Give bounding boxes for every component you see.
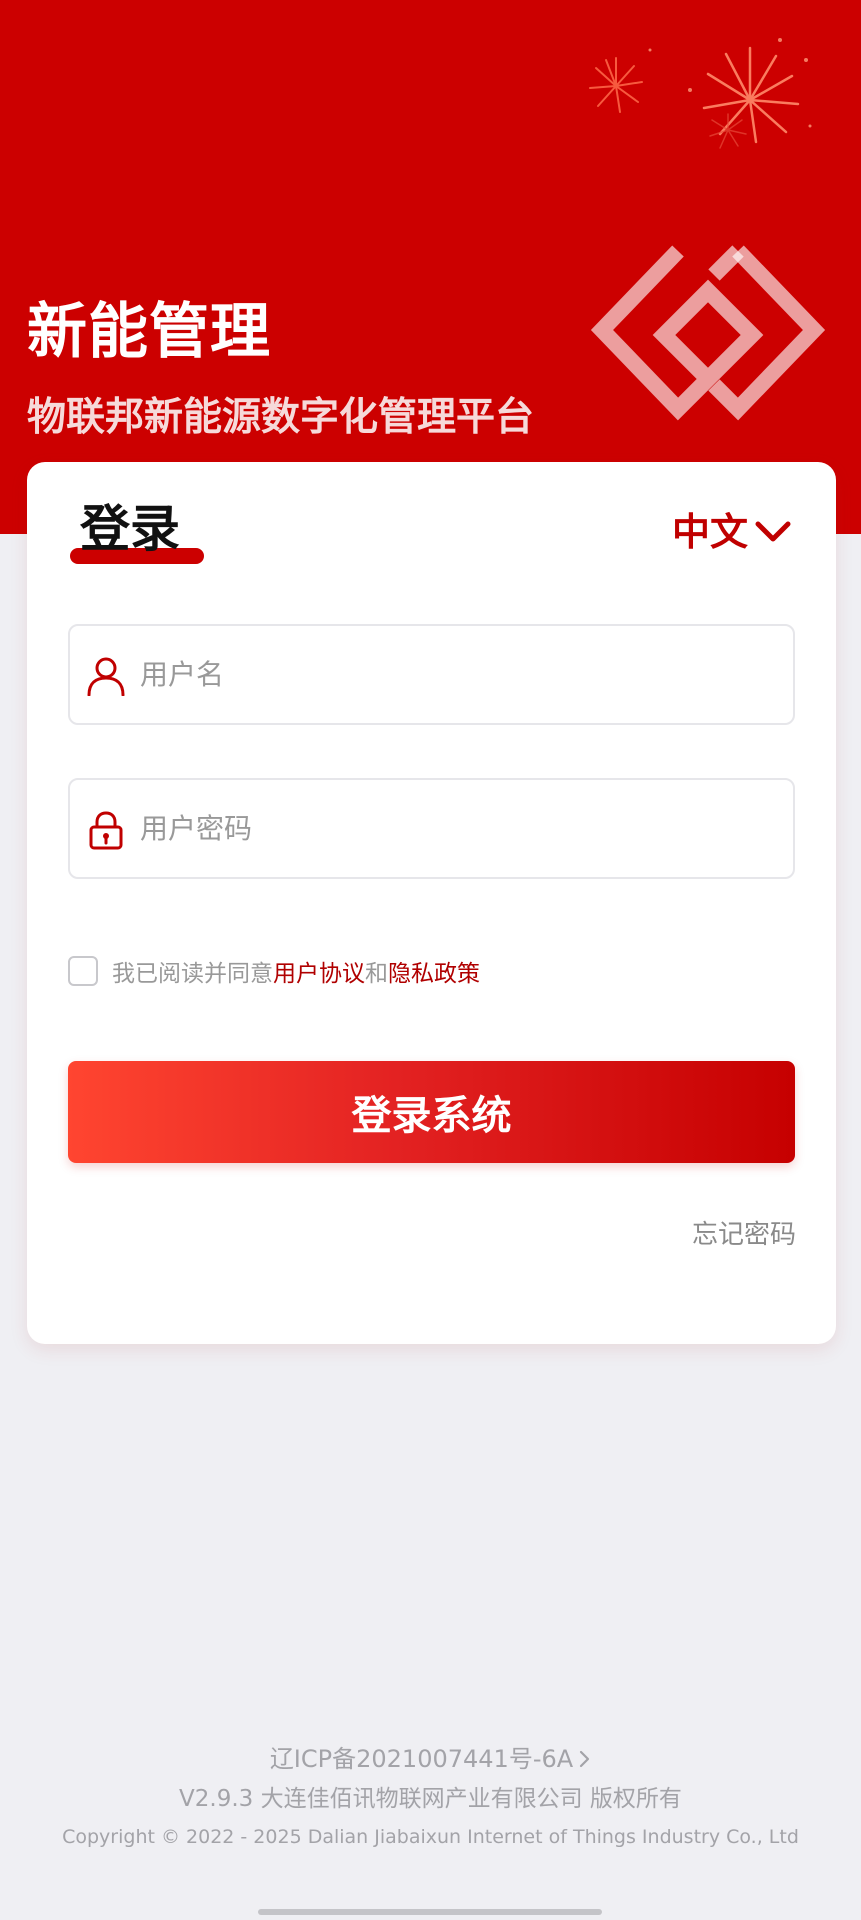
password-input[interactable] (140, 780, 780, 877)
version-line: V2.9.3 大连佳佰讯物联网产业有限公司 版权所有 (179, 1786, 682, 1812)
agreement-row: 我已阅读并同意 用户协议 和 隐私政策 (68, 954, 480, 988)
icp-text: 辽ICP备2021007441号-6A (269, 1745, 574, 1773)
header-banner: 新能管理 物联邦新能源数字化管理平台 (0, 0, 861, 534)
user-agreement-link[interactable]: 用户协议 (273, 954, 365, 988)
language-label: 中文 (671, 510, 748, 554)
login-title: 登录 (80, 500, 180, 558)
home-indicator[interactable] (258, 1909, 602, 1915)
footer: 辽ICP备2021007441号-6A V2.9.3 大连佳佰讯物联网产业有限公… (0, 1742, 861, 1852)
privacy-policy-link[interactable]: 隐私政策 (388, 954, 480, 988)
agreement-prefix: 我已阅读并同意 (112, 961, 273, 987)
forgot-password-link[interactable]: 忘记密码 (692, 1214, 796, 1251)
fireworks-icon (589, 38, 812, 149)
lock-icon (89, 811, 123, 850)
agreement-checkbox[interactable] (68, 956, 98, 986)
login-button[interactable]: 登录系统 (68, 1061, 795, 1163)
icp-link[interactable]: 辽ICP备2021007441号-6A (270, 1742, 591, 1776)
password-field (68, 778, 795, 879)
user-icon (87, 657, 125, 696)
username-field (68, 624, 795, 725)
app-subtitle: 物联邦新能源数字化管理平台 (27, 395, 535, 440)
language-selector[interactable]: 中文 (672, 508, 792, 556)
chevron-down-icon (755, 521, 791, 542)
app-title: 新能管理 (27, 297, 271, 367)
login-card: 登录 中文 我已阅读并同意 用户协议 和 隐私政策 登录系统 忘记密码 (27, 462, 836, 1344)
chevron-right-icon (580, 1750, 590, 1768)
username-input[interactable] (140, 626, 780, 723)
agreement-conjunction: 和 (365, 961, 388, 987)
login-heading: 登录 (68, 496, 208, 566)
diamond-spiral-logo-icon (590, 245, 826, 421)
copyright-line: Copyright © 2022 - 2025 Dalian Jiabaixun… (62, 1826, 799, 1848)
